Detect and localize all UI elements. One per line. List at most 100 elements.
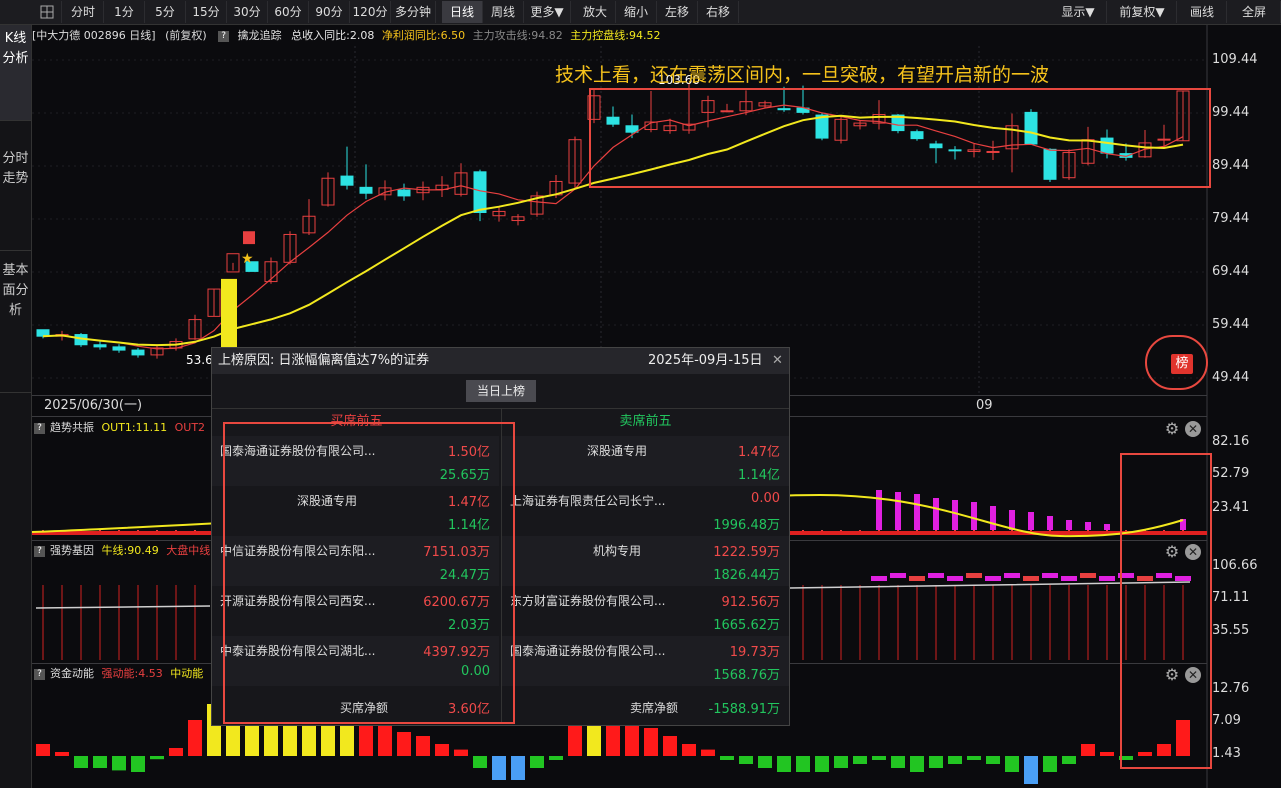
pane3-momentum-bar [435, 744, 449, 756]
sell-seat-name: 机构专用 [592, 544, 641, 558]
sell-seat-row[interactable]: 东方财富证券股份有限公司... 912.56万 1665.62万 [502, 586, 789, 636]
pane3-axis-tick: 7.09 [1212, 713, 1241, 728]
sell-seat-sell-amount: 1.14亿 [738, 468, 780, 483]
sell-seat-sell-amount: 1996.48万 [713, 518, 780, 533]
pane1-axis-tick: 52.79 [1212, 466, 1250, 481]
pane2-signal-block [1023, 576, 1039, 581]
pane-trend-name: 趋势共振 [50, 421, 94, 434]
pane1-signal-bar [1104, 524, 1110, 530]
sell-seat-name: 国泰海通证券股份有限公司... [510, 644, 666, 658]
pane1-signal-bar [1028, 512, 1034, 530]
candle-body [131, 349, 145, 356]
pane3-momentum-bar [701, 749, 715, 756]
pane3-momentum-bar [36, 744, 50, 756]
pane3-momentum-bar [948, 756, 962, 764]
pane3-momentum-bar [853, 756, 867, 764]
pane3-momentum-bar [758, 756, 772, 768]
pane-fund-name: 资金动能 [50, 667, 94, 680]
pane3-momentum-bar [1081, 744, 1095, 756]
sell-seat-buy-amount: 0.00 [751, 491, 780, 506]
pane3-momentum-bar [454, 749, 468, 756]
pane2-signal-block [1061, 576, 1077, 581]
sell-seat-row[interactable]: 国泰海通证券股份有限公司... 19.73万 1568.76万 [502, 636, 789, 686]
pane3-momentum-bar [986, 756, 1000, 764]
limit-up-marker [243, 231, 255, 245]
pane1-signal-bar [971, 502, 977, 530]
pane2-axis-tick: 106.66 [1212, 558, 1258, 573]
pane2-signal-block [947, 576, 963, 581]
pane3-momentum-bar [112, 756, 126, 771]
pane3-momentum-bar [796, 756, 810, 772]
pane3-momentum-bar [492, 756, 506, 780]
pane3-momentum-bar [777, 756, 791, 772]
pane2-signal-block [871, 576, 887, 581]
bang-badge[interactable]: 榜 [1171, 354, 1193, 374]
sell-header: 卖席前五 [619, 414, 672, 429]
pane3-momentum-bar [644, 728, 658, 756]
pane3-momentum-bar [530, 756, 544, 768]
sell-net-value: -1588.91万 [708, 702, 780, 717]
pane3-momentum-bar [1043, 756, 1057, 772]
pane2-signal-block [1099, 576, 1115, 581]
pane3-momentum-bar [131, 756, 145, 772]
recent-signal-highlight-box [1120, 453, 1212, 769]
range-highlight-box [589, 88, 1211, 188]
price-axis-tick: 109.44 [1212, 52, 1258, 67]
pane3-momentum-bar [682, 744, 696, 756]
price-axis-tick: 69.44 [1212, 264, 1250, 279]
pane3-momentum-bar [1062, 756, 1076, 764]
sell-seat-name: 东方财富证券股份有限公司... [510, 594, 666, 608]
pane3-momentum-bar [929, 756, 943, 768]
sell-seat-row[interactable]: 深股通专用 1.47亿 1.14亿 [502, 436, 789, 486]
help-icon[interactable]: ? [34, 668, 45, 680]
pane2-axis-tick: 71.11 [1212, 590, 1250, 605]
pane3-momentum-bar [416, 736, 430, 756]
candle-body [397, 189, 411, 197]
popup-header: 上榜原因: 日涨幅偏离值达7%的证券 2025年-09月-15日 ✕ [212, 348, 789, 374]
date-mid-label: 09 [976, 398, 993, 413]
pane1-signal-bar [1047, 516, 1053, 530]
sell-seat-buy-amount: 1222.59万 [713, 545, 780, 560]
sell-seat-name: 上海证券有限责任公司长宁... [510, 494, 666, 508]
today-board-button[interactable]: 当日上榜 [466, 380, 536, 402]
pane3-momentum-bar [872, 756, 886, 760]
help-icon[interactable]: ? [34, 422, 45, 434]
pane1-signal-bar [1085, 522, 1091, 530]
pane1-signal-bar [876, 490, 882, 530]
headline-annotation: 技术上看，还在震荡区间内，一旦突破，有望开启新的一波 [555, 64, 1050, 86]
pane-trend-out2: OUT2 [174, 421, 206, 434]
pane3-momentum-bar [815, 756, 829, 772]
close-icon[interactable]: ✕ [772, 348, 783, 374]
pane2-axis-tick: 35.55 [1212, 623, 1250, 638]
pane3-momentum-bar [150, 756, 164, 760]
pane3-momentum-bar [834, 756, 848, 768]
pane3-momentum-bar [397, 732, 411, 756]
pane1-signal-bar [952, 500, 958, 530]
sell-net-row: 卖席净额 -1588.91万 [502, 691, 789, 721]
pane-strength-label: ? 强势基因 牛线:90.49 大盘中线 [34, 543, 210, 559]
pane3-momentum-bar [169, 748, 183, 756]
sell-seat-name: 深股通专用 [586, 444, 647, 458]
breakout-volume-marker [221, 278, 237, 352]
sell-seat-row[interactable]: 机构专用 1222.59万 1826.44万 [502, 536, 789, 586]
price-axis-tick: 49.44 [1212, 370, 1250, 385]
close-icon[interactable]: ✕ [1185, 421, 1201, 437]
pane3-momentum-bar [93, 756, 107, 768]
pane2-signal-block [928, 573, 944, 578]
pane-strength-cow: 牛线:90.49 [101, 544, 159, 557]
pane1-signal-bar [1009, 510, 1015, 530]
price-axis-tick: 89.44 [1212, 158, 1250, 173]
pane3-momentum-bar [739, 756, 753, 764]
pane3-momentum-bar [891, 756, 905, 768]
pane-fund-label: ? 资金动能 强动能:4.53 中动能 [34, 666, 203, 682]
price-axis-tick: 59.44 [1212, 317, 1250, 332]
pane3-momentum-bar [910, 756, 924, 772]
sell-seat-row[interactable]: 上海证券有限责任公司长宁... 0.00 1996.48万 [502, 486, 789, 536]
help-icon[interactable]: ? [34, 545, 45, 557]
gear-icon[interactable]: ⚙ [1164, 421, 1180, 437]
pane-trend-label: ? 趋势共振 OUT1:11.11 OUT2 [34, 420, 205, 436]
pane-trend-out1: OUT1:11.11 [101, 421, 168, 434]
price-axis-tick: 99.44 [1212, 105, 1250, 120]
price-axis-tick: 79.44 [1212, 211, 1250, 226]
pane3-momentum-bar [55, 752, 69, 756]
